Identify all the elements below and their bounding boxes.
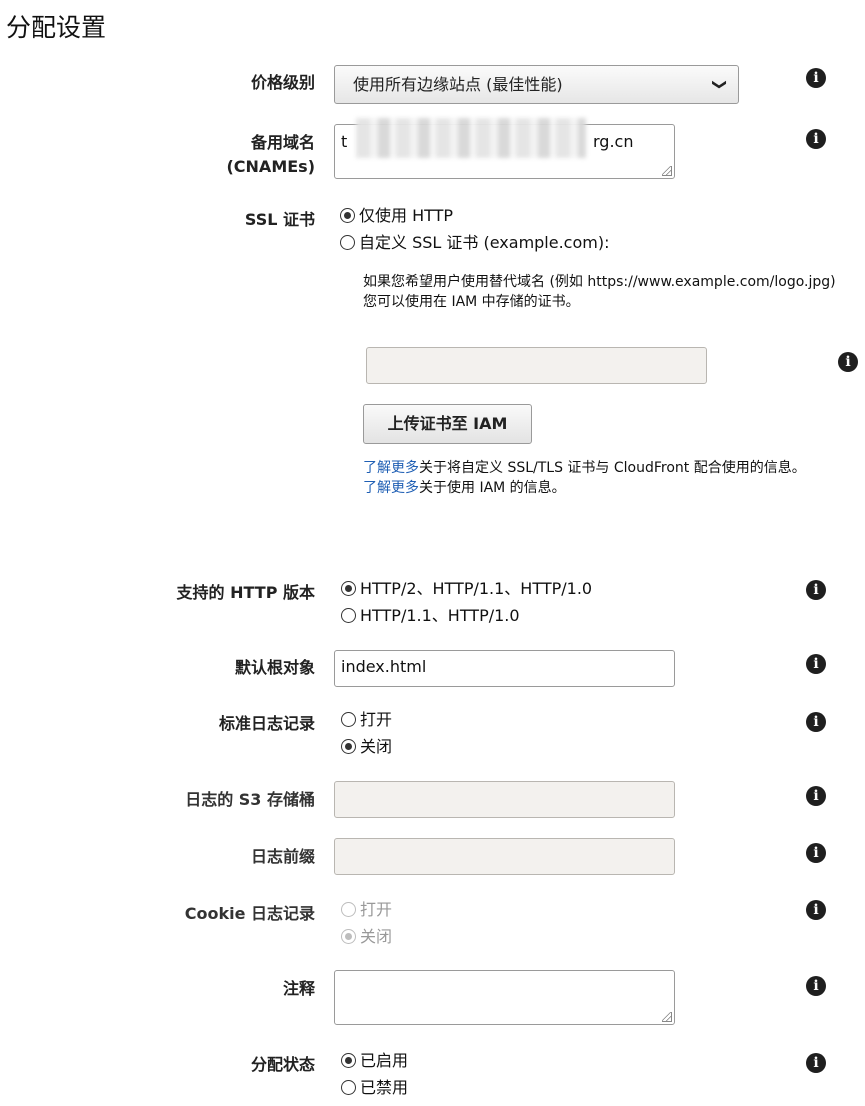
default-root-input[interactable]: index.html (334, 650, 675, 687)
cnames-label-line2: (CNAMEs) (226, 157, 315, 176)
radio-unchecked-icon[interactable] (340, 235, 355, 250)
http-version-option-1[interactable]: HTTP/2、HTTP/1.1、HTTP/1.0 (341, 578, 592, 600)
radio-checked-icon[interactable] (340, 208, 355, 223)
radio-unchecked-icon[interactable] (341, 608, 356, 623)
radio-checked-icon[interactable] (341, 739, 356, 754)
learn-more-link-ssl[interactable]: 了解更多 (363, 460, 419, 476)
ssl-help-line1: 如果您希望用户使用替代域名 (例如 https://www.example.co… (363, 274, 836, 290)
price-class-value: 使用所有边缘站点 (最佳性能) (353, 75, 563, 94)
distribution-state-enabled[interactable]: 已启用 (341, 1050, 408, 1072)
log-prefix-label: 日志前缀 (250, 847, 315, 866)
cnames-label: 备用域名 (CNAMEs) (226, 131, 315, 179)
radio-unchecked-icon[interactable] (341, 712, 356, 727)
learn-more-text-iam: 关于使用 IAM 的信息。 (419, 480, 566, 496)
radio-unchecked-icon[interactable] (341, 902, 356, 917)
http-version-option-2-label: HTTP/1.1、HTTP/1.0 (360, 606, 520, 625)
ssl-help-line2: 您可以使用在 IAM 中存储的证书。 (363, 294, 580, 310)
info-icon[interactable]: i (806, 786, 826, 806)
logging-option-on[interactable]: 打开 (341, 709, 392, 731)
cookie-logging-option-on[interactable]: 打开 (341, 899, 392, 921)
radio-checked-icon[interactable] (341, 581, 356, 596)
distribution-state-enabled-label: 已启用 (360, 1051, 409, 1070)
info-icon[interactable]: i (806, 712, 826, 732)
cnames-label-line1: 备用域名 (250, 133, 315, 152)
info-icon[interactable]: i (806, 129, 826, 149)
http-versions-label: 支持的 HTTP 版本 (176, 583, 315, 602)
logging-option-on-label: 打开 (360, 710, 393, 729)
info-icon[interactable]: i (806, 1053, 826, 1073)
radio-checked-icon[interactable] (341, 1053, 356, 1068)
log-prefix-input[interactable] (334, 838, 675, 875)
log-bucket-input[interactable] (334, 781, 675, 818)
redacted-text-mask (356, 118, 586, 158)
comment-textarea[interactable] (334, 970, 675, 1025)
logging-option-off[interactable]: 关闭 (341, 736, 392, 758)
distribution-state-disabled-label: 已禁用 (360, 1078, 409, 1097)
cookie-logging-option-on-label: 打开 (360, 900, 393, 919)
logging-label: 标准日志记录 (218, 714, 315, 733)
ssl-option-default-label: 仅使用 HTTP (359, 206, 454, 225)
http-version-option-2[interactable]: HTTP/1.1、HTTP/1.0 (341, 605, 520, 627)
info-icon[interactable]: i (806, 654, 826, 674)
ssl-learn-more: 了解更多关于将自定义 SSL/TLS 证书与 CloudFront 配合使用的信… (363, 458, 806, 498)
cookie-logging-option-off[interactable]: 关闭 (341, 926, 392, 948)
ssl-certificate-input[interactable] (366, 347, 707, 384)
cookie-logging-option-off-label: 关闭 (360, 927, 393, 946)
radio-checked-icon[interactable] (341, 929, 356, 944)
price-class-select[interactable]: 使用所有边缘站点 (最佳性能) ❯ (334, 65, 739, 104)
distribution-state-disabled[interactable]: 已禁用 (341, 1077, 408, 1099)
ssl-help-text: 如果您希望用户使用替代域名 (例如 https://www.example.co… (363, 272, 836, 312)
cnames-value-suffix: rg.cn (593, 132, 634, 151)
info-icon[interactable]: i (806, 900, 826, 920)
comment-label: 注释 (282, 979, 315, 998)
info-icon[interactable]: i (838, 352, 858, 372)
log-bucket-label: 日志的 S3 存储桶 (185, 790, 315, 809)
ssl-option-custom[interactable]: 自定义 SSL 证书 (example.com): (340, 232, 610, 254)
info-icon[interactable]: i (806, 843, 826, 863)
default-root-label: 默认根对象 (234, 658, 315, 677)
http-version-option-1-label: HTTP/2、HTTP/1.1、HTTP/1.0 (360, 579, 593, 598)
learn-more-text-ssl: 关于将自定义 SSL/TLS 证书与 CloudFront 配合使用的信息。 (419, 460, 806, 476)
info-icon[interactable]: i (806, 580, 826, 600)
ssl-option-custom-label: 自定义 SSL 证书 (example.com): (359, 233, 610, 252)
chevron-down-icon: ❯ (711, 78, 728, 91)
learn-more-link-iam[interactable]: 了解更多 (363, 480, 419, 496)
cookie-logging-label: Cookie 日志记录 (184, 904, 315, 923)
resize-grip-icon[interactable] (662, 166, 672, 176)
distribution-state-label: 分配状态 (250, 1055, 315, 1074)
resize-grip-icon[interactable] (662, 1012, 672, 1022)
info-icon[interactable]: i (806, 68, 826, 88)
upload-certificate-button[interactable]: 上传证书至 IAM (363, 404, 532, 444)
ssl-label: SSL 证书 (244, 210, 315, 229)
radio-unchecked-icon[interactable] (341, 1080, 356, 1095)
logging-option-off-label: 关闭 (360, 737, 393, 756)
price-class-label: 价格级别 (250, 73, 315, 92)
info-icon[interactable]: i (806, 976, 826, 996)
ssl-option-default[interactable]: 仅使用 HTTP (340, 205, 453, 227)
cnames-value-prefix: t (341, 132, 348, 151)
page-title: 分配设置 (6, 13, 107, 42)
default-root-value: index.html (341, 657, 427, 676)
